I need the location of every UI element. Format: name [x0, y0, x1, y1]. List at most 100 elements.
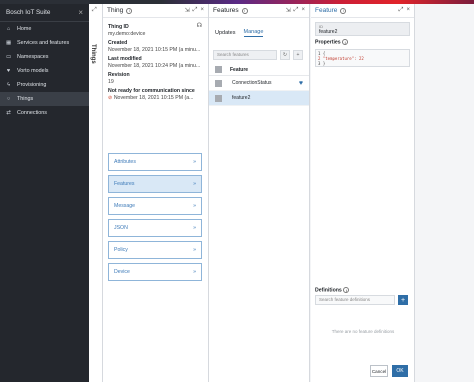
- features-toolbar: Search features ↻ +: [209, 50, 309, 60]
- sidebar-item-connections[interactable]: ⇄ Connections: [0, 106, 89, 120]
- feature-name: ConnectionStatus: [232, 80, 272, 86]
- definitions-label: Definitions i: [311, 287, 353, 294]
- created-label: Created: [108, 40, 128, 46]
- app-title: Bosch IoT Suite: [6, 9, 51, 16]
- select-all-checkbox[interactable]: [215, 66, 222, 73]
- sidebar-item-label: Connections: [17, 110, 47, 116]
- features-panel: Features i ⇲ ⤢ × Updates Manage Search feat…: [209, 4, 310, 382]
- things-collapsed-strip[interactable]: ⤢ Things: [89, 4, 103, 382]
- features-panel-header: Features i ⇲ ⤢ ×: [209, 4, 309, 18]
- sidebar-item-label: Things: [17, 96, 34, 102]
- sidebar-item-label: Vorto models: [17, 68, 49, 74]
- empty-workspace: [415, 4, 474, 382]
- column-header-feature: Feature: [230, 66, 249, 73]
- thing-id-label: Thing ID: [108, 24, 129, 30]
- expand-icon[interactable]: ⤢: [294, 7, 299, 14]
- comm-status-label: Not ready for communication since: [108, 88, 195, 94]
- info-icon[interactable]: i: [241, 7, 248, 14]
- sidebar-item-provisioning[interactable]: ϟ Provisioning: [0, 78, 89, 92]
- features-table-header: Feature: [209, 64, 309, 76]
- definition-search-input[interactable]: Search feature definitions: [315, 295, 395, 305]
- close-icon[interactable]: ×: [301, 7, 305, 14]
- dialog-buttons: Cancel OK: [370, 365, 408, 377]
- features-search-input[interactable]: Search features: [213, 50, 277, 60]
- sidebar-item-home[interactable]: ⌂ Home: [0, 22, 89, 36]
- minimize-icon[interactable]: ⇲: [286, 7, 291, 14]
- feature-panel: Feature i ⤢ × ID feature2 Properties i 1 {…: [311, 4, 415, 382]
- sidebar-item-label: Provisioning: [17, 82, 47, 88]
- circle-icon: ○: [6, 96, 11, 102]
- feature-id-field[interactable]: ID feature2: [315, 22, 410, 36]
- nav-json-button[interactable]: JSON »: [108, 219, 202, 237]
- sidebar-item-label: Namespaces: [17, 54, 49, 60]
- expand-icon[interactable]: ⤢: [92, 7, 97, 14]
- feature-id-value: feature2: [319, 29, 338, 35]
- sidebar: Bosch IoT Suite × ⌂ Home ▦ Services and fe…: [0, 4, 89, 382]
- thing-id-value: my.demo:device: [108, 31, 146, 37]
- bolt-icon: ϟ: [7, 82, 10, 88]
- add-icon[interactable]: +: [293, 50, 303, 60]
- nav-message-button[interactable]: Message »: [108, 197, 202, 215]
- close-icon[interactable]: ×: [200, 7, 204, 14]
- row-checkbox[interactable]: [215, 94, 222, 102]
- folder-icon: ▭: [5, 54, 12, 60]
- sidebar-item-vorto[interactable]: ♥ Vorto models: [0, 64, 89, 78]
- revision-label: Revision: [108, 72, 130, 78]
- warning-icon: ⊘: [108, 95, 113, 101]
- tab-manage[interactable]: Manage: [243, 29, 264, 37]
- nav-policy-button[interactable]: Policy »: [108, 241, 202, 259]
- minimize-icon[interactable]: ⇲: [185, 7, 190, 14]
- sidebar-item-services[interactable]: ▦ Services and features: [0, 36, 89, 50]
- grid-icon: ▦: [5, 40, 12, 46]
- editor-line: 3 }: [318, 60, 326, 66]
- properties-editor[interactable]: 1 { 2 "temperature": 22 3 }: [315, 48, 410, 67]
- revision-value: 19: [108, 79, 114, 85]
- expand-icon[interactable]: ⤢: [399, 7, 404, 14]
- sidebar-item-namespaces[interactable]: ▭ Namespaces: [0, 50, 89, 64]
- panel-title: Features: [213, 7, 239, 14]
- ok-button[interactable]: OK: [392, 365, 408, 377]
- info-icon[interactable]: i: [343, 287, 350, 293]
- headset-icon[interactable]: ☊: [197, 22, 202, 29]
- info-icon[interactable]: i: [126, 7, 133, 14]
- features-tabs: Updates Manage: [209, 26, 309, 40]
- chevron-right-icon: »: [193, 159, 196, 165]
- nav-device-button[interactable]: Device »: [108, 263, 202, 281]
- nav-label: Device: [114, 269, 130, 275]
- feature-name: feature2: [232, 95, 251, 101]
- thing-panel: Thing i ⇲ ⤢ × ☊ Thing ID my.demo:device Crea…: [103, 4, 209, 382]
- chevron-right-icon: »: [193, 269, 196, 275]
- table-row[interactable]: ConnectionStatus ♥: [209, 76, 309, 91]
- panel-title: Thing: [107, 7, 124, 14]
- chevron-right-icon: »: [193, 247, 196, 253]
- panel-title: Feature: [315, 7, 338, 14]
- feature-panel-header: Feature i ⤢ ×: [311, 4, 414, 18]
- row-checkbox[interactable]: [215, 79, 222, 87]
- table-row[interactable]: feature2: [209, 91, 309, 106]
- heartbeat-icon: ♥: [298, 79, 303, 87]
- cancel-button[interactable]: Cancel: [370, 365, 388, 377]
- sidebar-item-things[interactable]: ○ Things: [0, 92, 89, 106]
- close-sidebar-icon[interactable]: ×: [78, 8, 83, 17]
- chevron-right-icon: »: [193, 203, 196, 209]
- nav-label: Attributes: [114, 159, 136, 165]
- heart-icon: ♥: [6, 68, 11, 74]
- chevron-right-icon: »: [193, 181, 196, 187]
- add-definition-button[interactable]: +: [398, 295, 408, 305]
- nav-label: Message: [114, 203, 136, 209]
- info-icon[interactable]: i: [340, 7, 347, 14]
- things-vertical-label: Things: [90, 44, 96, 64]
- nav-label: JSON: [114, 225, 128, 231]
- empty-definitions-text: There are no feature definitions: [331, 329, 395, 334]
- nav-attributes-button[interactable]: Attributes »: [108, 153, 202, 171]
- expand-icon[interactable]: ⤢: [193, 7, 198, 14]
- modified-label: Last modified: [108, 56, 142, 62]
- info-icon[interactable]: i: [342, 39, 349, 45]
- created-value: November 18, 2021 10:15 PM (a minu...: [108, 47, 201, 53]
- nav-features-button[interactable]: Features »: [108, 175, 202, 193]
- sidebar-header: Bosch IoT Suite ×: [0, 4, 89, 22]
- tab-updates[interactable]: Updates: [215, 30, 236, 36]
- reload-icon[interactable]: ↻: [280, 50, 290, 60]
- link-icon: ⇄: [6, 110, 11, 116]
- close-icon[interactable]: ×: [406, 7, 410, 14]
